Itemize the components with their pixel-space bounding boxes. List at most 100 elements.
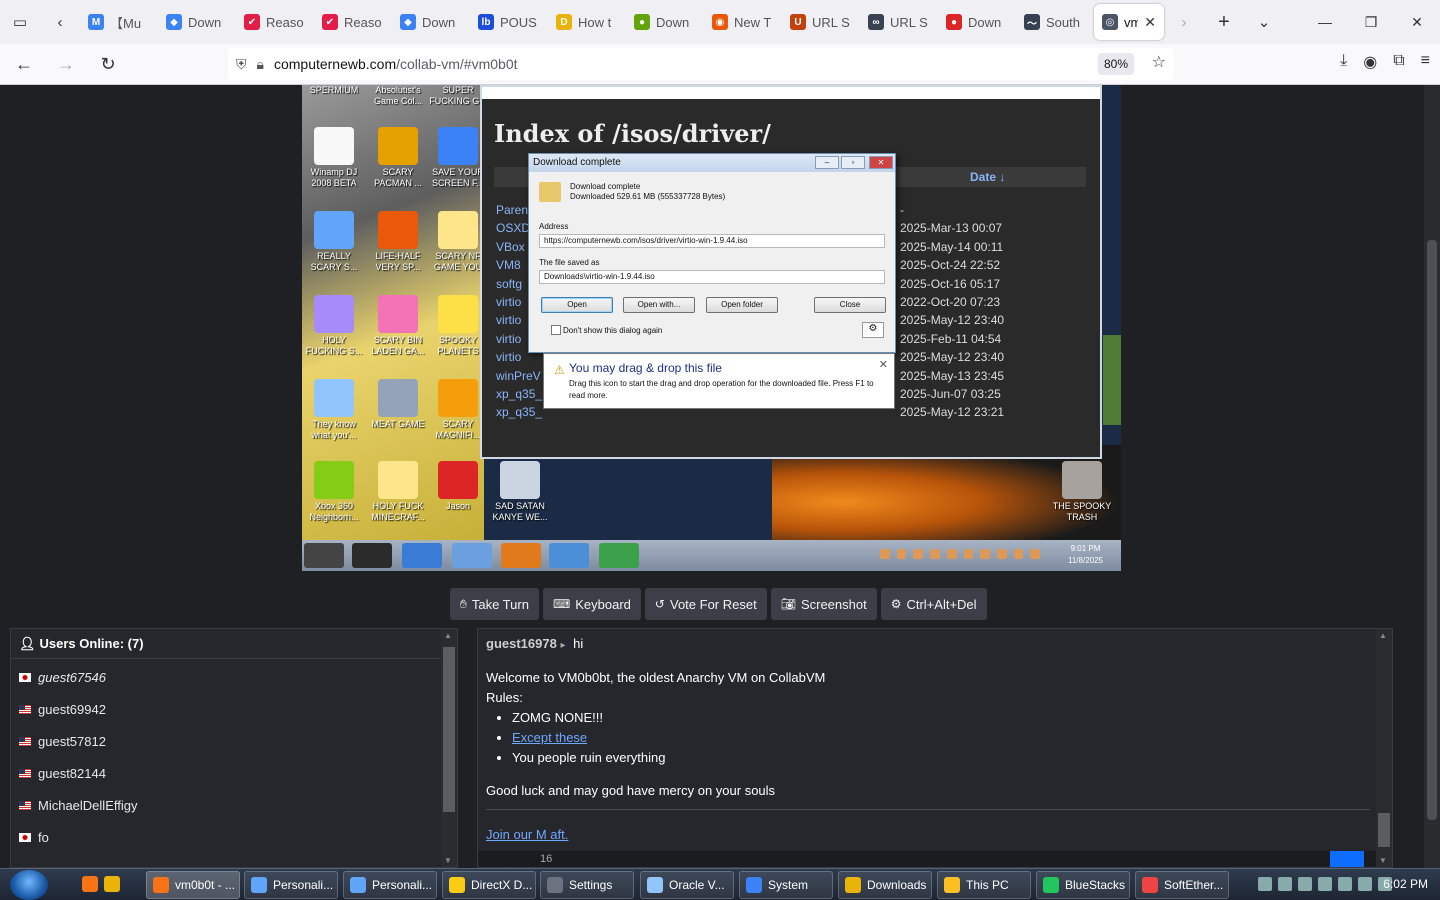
tray-icon[interactable] [1358, 877, 1372, 891]
close-tab-icon[interactable]: ✕ [1144, 14, 1156, 31]
user-item[interactable]: MichaelDellEffigy [19, 795, 137, 815]
file-link[interactable]: VBox [496, 240, 525, 254]
drag-file-icon[interactable]: ⚙ [862, 322, 884, 338]
scroll-up-icon[interactable]: ▲ [1379, 631, 1387, 640]
shield-icon[interactable]: ⛨ [236, 56, 247, 73]
vm-task-pumpkin[interactable] [501, 543, 541, 568]
tray-icon[interactable] [1318, 877, 1332, 891]
vm-tray-icon[interactable] [930, 549, 940, 559]
vm-task-ie[interactable] [402, 543, 442, 568]
tab[interactable]: ✔ Reaso [314, 4, 392, 40]
scroll-thumb[interactable] [443, 647, 455, 812]
chat-input[interactable]: 16 [478, 851, 1378, 867]
taskbar-item[interactable]: This PC [937, 871, 1031, 899]
taskbar-item[interactable]: System [739, 871, 833, 899]
users-scrollbar[interactable]: ▲ ▼ [441, 629, 457, 867]
close-button[interactable]: Close [814, 297, 886, 313]
desktop-icon[interactable]: SAD SATAN KANYE WE... [488, 461, 552, 523]
desktop-icon[interactable]: Absolutist's Game Col... [366, 85, 430, 107]
vm-task-terminal[interactable] [352, 543, 392, 568]
taskbar-item[interactable]: Personali... [244, 871, 338, 899]
desktop-icon[interactable]: REALLY SCARY S... [302, 211, 366, 273]
tab[interactable]: lb POUS [470, 4, 548, 40]
desktop-icon[interactable]: HOLY FUCKING S... [302, 295, 366, 357]
desktop-icon[interactable]: Jason [426, 461, 490, 512]
address-field[interactable]: https://computernewb.com/isos/driver/vir… [539, 234, 885, 248]
menu-icon[interactable]: ≡ [1421, 52, 1430, 72]
taskbar-item[interactable]: Oracle V... [640, 871, 734, 899]
dialog-maximize-icon[interactable]: ▫ [841, 156, 865, 169]
minimize-icon[interactable]: — [1302, 0, 1348, 44]
file-link[interactable]: virtio [496, 313, 521, 327]
file-link[interactable]: OSXD [496, 221, 530, 235]
desktop-icon[interactable]: They know what you'... [302, 379, 366, 441]
extensions-icon[interactable]: ⧉ [1393, 52, 1404, 72]
file-link[interactable]: winPreV [496, 369, 541, 383]
address-bar[interactable]: ⛨ 🔒︎ computernewb.com/collab-vm/#vm0b0t … [228, 48, 1174, 80]
vm-tray-icon[interactable] [1013, 549, 1024, 559]
taskbar-item[interactable]: Settings [540, 871, 634, 899]
taskbar-item[interactable]: vm0b0t - ... [146, 871, 240, 899]
join-link[interactable]: Join our M aft. [486, 827, 568, 842]
vm-tray-icon[interactable] [896, 549, 907, 559]
file-link[interactable]: Paren [496, 203, 528, 217]
screenshot-button[interactable]: 📷︎ Screenshot [770, 588, 877, 620]
tab[interactable]: ◉ New T [704, 4, 782, 40]
user-item[interactable]: guest69942 [19, 699, 106, 719]
except-these-link[interactable]: Except these [512, 730, 587, 745]
open-button[interactable]: Open [541, 297, 613, 313]
dialog-close-icon[interactable]: ✕ [869, 156, 893, 169]
vote-reset-button[interactable]: ↺ Vote For Reset [644, 588, 767, 620]
dialog-titlebar[interactable]: Download complete – ▫ ✕ [529, 154, 895, 172]
new-tab-icon[interactable]: + [1204, 0, 1244, 44]
file-link[interactable]: xp_q35_ [496, 405, 542, 419]
vm-tray-icon[interactable] [980, 549, 990, 559]
desktop-icon[interactable]: Xbox 360 Neighborh... [302, 461, 366, 523]
close-window-icon[interactable]: ✕ [1394, 0, 1440, 44]
file-link[interactable]: VM8 [496, 258, 521, 272]
chat-scrollbar[interactable]: ▲ ▼ [1376, 629, 1392, 867]
reload-icon[interactable]: ↻ [90, 48, 126, 80]
vm-tray-icon[interactable] [996, 549, 1007, 559]
start-button[interactable] [10, 870, 48, 900]
taskbar-item[interactable]: SoftEther... [1135, 871, 1229, 899]
tab[interactable]: ◆ Down [392, 4, 470, 40]
scroll-thumb[interactable] [1378, 813, 1390, 847]
open-folder-button[interactable]: Open folder [706, 297, 778, 313]
ctrl-alt-del-button[interactable]: ⚙ Ctrl+Alt+Del [880, 588, 987, 620]
file-icon[interactable] [539, 182, 561, 202]
vm-clock[interactable]: 9:01 PM 11/8/2025 [1068, 543, 1103, 567]
account-icon[interactable]: ◉ [1363, 52, 1377, 72]
tab-overview-icon[interactable]: ▭ [0, 0, 40, 44]
desktop-icon[interactable]: MEAT GAME [366, 379, 430, 430]
tab-active[interactable]: ◎ vm ✕ [1094, 4, 1164, 40]
taskbar-item[interactable]: Downloads [838, 871, 932, 899]
forward-icon[interactable]: → [48, 48, 84, 80]
vm-tray-icon[interactable] [946, 549, 957, 559]
vm-tray-icon[interactable] [913, 549, 924, 559]
vm-tray-icon[interactable] [963, 549, 974, 559]
tab[interactable]: M 【Mu [80, 4, 158, 40]
scroll-down-icon[interactable]: ▼ [444, 856, 452, 865]
tab[interactable]: ✔ Reaso [236, 4, 314, 40]
file-link[interactable]: virtio [496, 350, 521, 364]
clock[interactable]: 6:02 PM [1383, 877, 1428, 891]
scroll-down-icon[interactable]: ▼ [1379, 856, 1387, 865]
file-link[interactable]: virtio [496, 295, 521, 309]
taskbar-item[interactable]: BlueStacks [1036, 871, 1130, 899]
tab-scroll-right-icon[interactable]: › [1164, 0, 1204, 44]
tab[interactable]: 〜 South [1016, 4, 1094, 40]
tray-icon[interactable] [1338, 877, 1352, 891]
vm-task-globe[interactable] [549, 543, 589, 568]
tab[interactable]: ● Down [938, 4, 1016, 40]
vm-task-globe-2[interactable] [599, 543, 639, 568]
vm-tray-icon[interactable] [880, 549, 890, 559]
bookmark-star-icon[interactable]: ☆ [1152, 52, 1166, 72]
tab[interactable]: ◆ Down [158, 4, 236, 40]
tab[interactable]: D How t [548, 4, 626, 40]
downloads-icon[interactable]: ⤓ [1340, 52, 1347, 72]
scroll-up-icon[interactable]: ▲ [444, 631, 452, 640]
file-link[interactable]: xp_q35_ [496, 387, 542, 401]
zoom-level[interactable]: 80% [1097, 53, 1134, 75]
user-item[interactable]: fo [19, 827, 49, 847]
